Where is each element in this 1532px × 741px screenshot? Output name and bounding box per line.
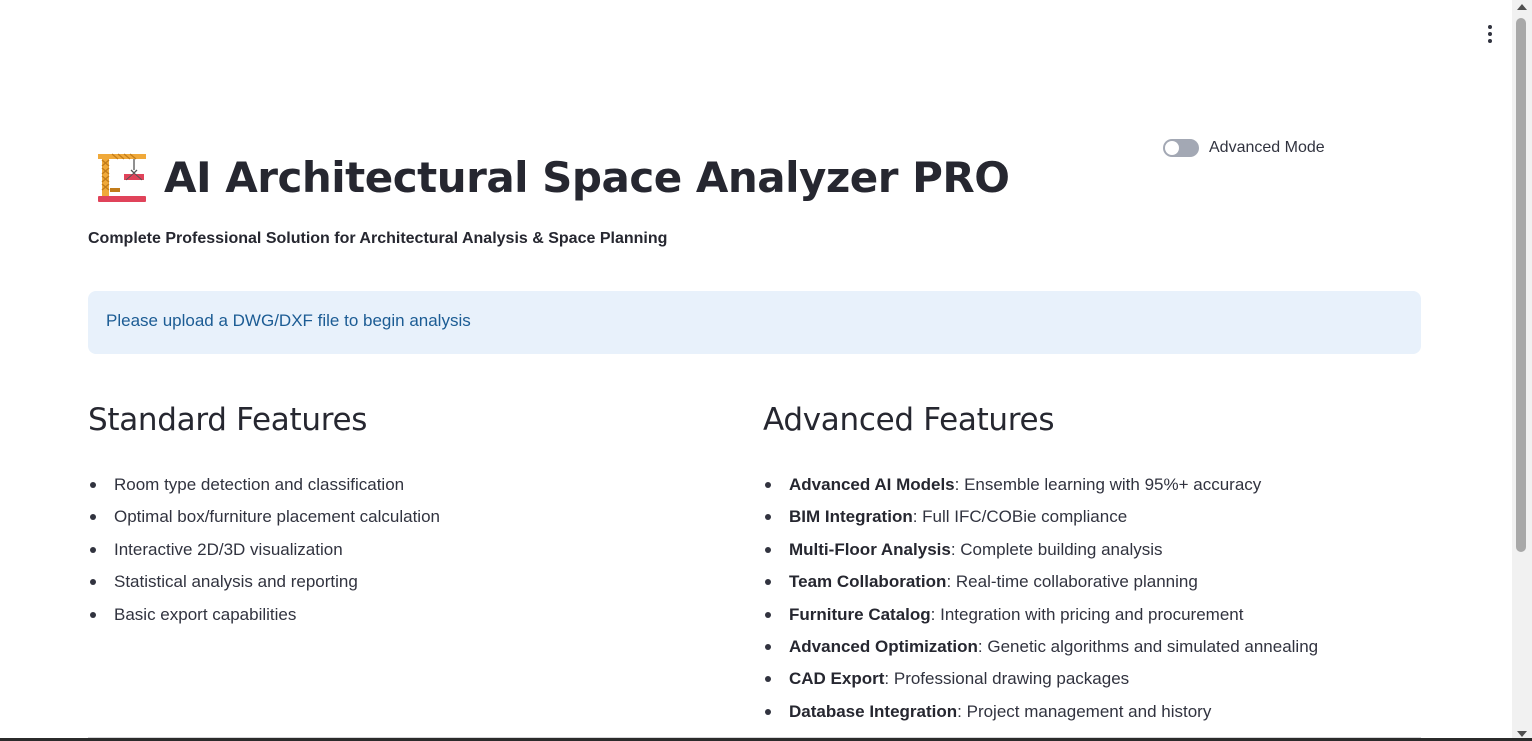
list-item: Room type detection and classification: [88, 469, 728, 501]
page-title: AI Architectural Space Analyzer PRO: [164, 152, 1010, 202]
crane-icon: [98, 153, 146, 202]
feature-desc: : Professional drawing packages: [884, 669, 1130, 689]
feature-name: CAD Export: [789, 669, 885, 689]
feature-desc: : Full IFC/COBie compliance: [912, 507, 1128, 527]
advanced-mode-toggle[interactable]: Advanced Mode: [1163, 139, 1325, 157]
advanced-features-section: Advanced Features Advanced AI Models: En…: [763, 402, 1423, 728]
feature-desc: : Genetic algorithms and simulated annea…: [977, 637, 1319, 657]
feature-desc: : Ensemble learning with 95%+ accuracy: [954, 475, 1262, 494]
feature-desc: : Real-time collaborative planning: [946, 572, 1198, 592]
toggle-switch[interactable]: [1163, 139, 1199, 157]
standard-features-heading: Standard Features: [88, 402, 368, 438]
feature-name: Advanced AI Models: [789, 475, 955, 494]
page-header: AI Architectural Space Analyzer PRO: [96, 150, 1010, 204]
list-item: BIM Integration: Full IFC/COBie complian…: [763, 501, 1423, 533]
list-item: Advanced Optimization: Genetic algorithm…: [763, 631, 1423, 663]
vertical-scrollbar[interactable]: [1512, 0, 1532, 741]
list-item: Advanced AI Models: Ensemble learning wi…: [763, 469, 1423, 501]
advanced-features-list: Advanced AI Models: Ensemble learning wi…: [763, 469, 1423, 728]
page-subtitle: Complete Professional Solution for Archi…: [88, 230, 668, 247]
feature-desc: : Integration with pricing and procureme…: [930, 604, 1244, 624]
toggle-knob: [1165, 141, 1179, 155]
feature-desc: : Complete building analysis: [950, 539, 1163, 559]
main-menu-button[interactable]: [1478, 22, 1502, 46]
scroll-up-arrow-icon[interactable]: [1517, 4, 1527, 10]
list-item: Basic export capabilities: [88, 599, 728, 631]
list-item: Statistical analysis and reporting: [88, 566, 728, 598]
feature-name: Multi-Floor Analysis: [789, 539, 951, 559]
list-item: Multi-Floor Analysis: Complete building …: [763, 534, 1423, 566]
feature-name: Database Integration: [789, 701, 958, 721]
advanced-features-heading: Advanced Features: [763, 402, 1055, 438]
list-item: Optimal box/furniture placement calculat…: [88, 501, 728, 533]
feature-name: Team Collaboration: [789, 572, 947, 592]
scrollbar-thumb[interactable]: [1516, 18, 1526, 552]
list-item: CAD Export: Professional drawing package…: [763, 663, 1423, 695]
vertical-ellipsis-icon: [1488, 25, 1492, 29]
info-alert: Please upload a DWG/DXF file to begin an…: [88, 291, 1421, 354]
feature-name: Furniture Catalog: [789, 604, 931, 624]
feature-desc: : Project management and history: [957, 701, 1212, 721]
list-item: Database Integration: Project management…: [763, 696, 1423, 728]
scroll-down-arrow-icon[interactable]: [1517, 731, 1527, 737]
feature-name: BIM Integration: [789, 507, 913, 527]
list-item: Furniture Catalog: Integration with pric…: [763, 599, 1423, 631]
info-message: Please upload a DWG/DXF file to begin an…: [106, 311, 471, 330]
standard-features-list: Room type detection and classification O…: [88, 469, 728, 631]
standard-features-section: Standard Features Room type detection an…: [88, 402, 728, 631]
list-item: Team Collaboration: Real-time collaborat…: [763, 566, 1423, 598]
feature-name: Advanced Optimization: [789, 637, 978, 657]
toggle-label: Advanced Mode: [1209, 139, 1325, 156]
list-item: Interactive 2D/3D visualization: [88, 534, 728, 566]
